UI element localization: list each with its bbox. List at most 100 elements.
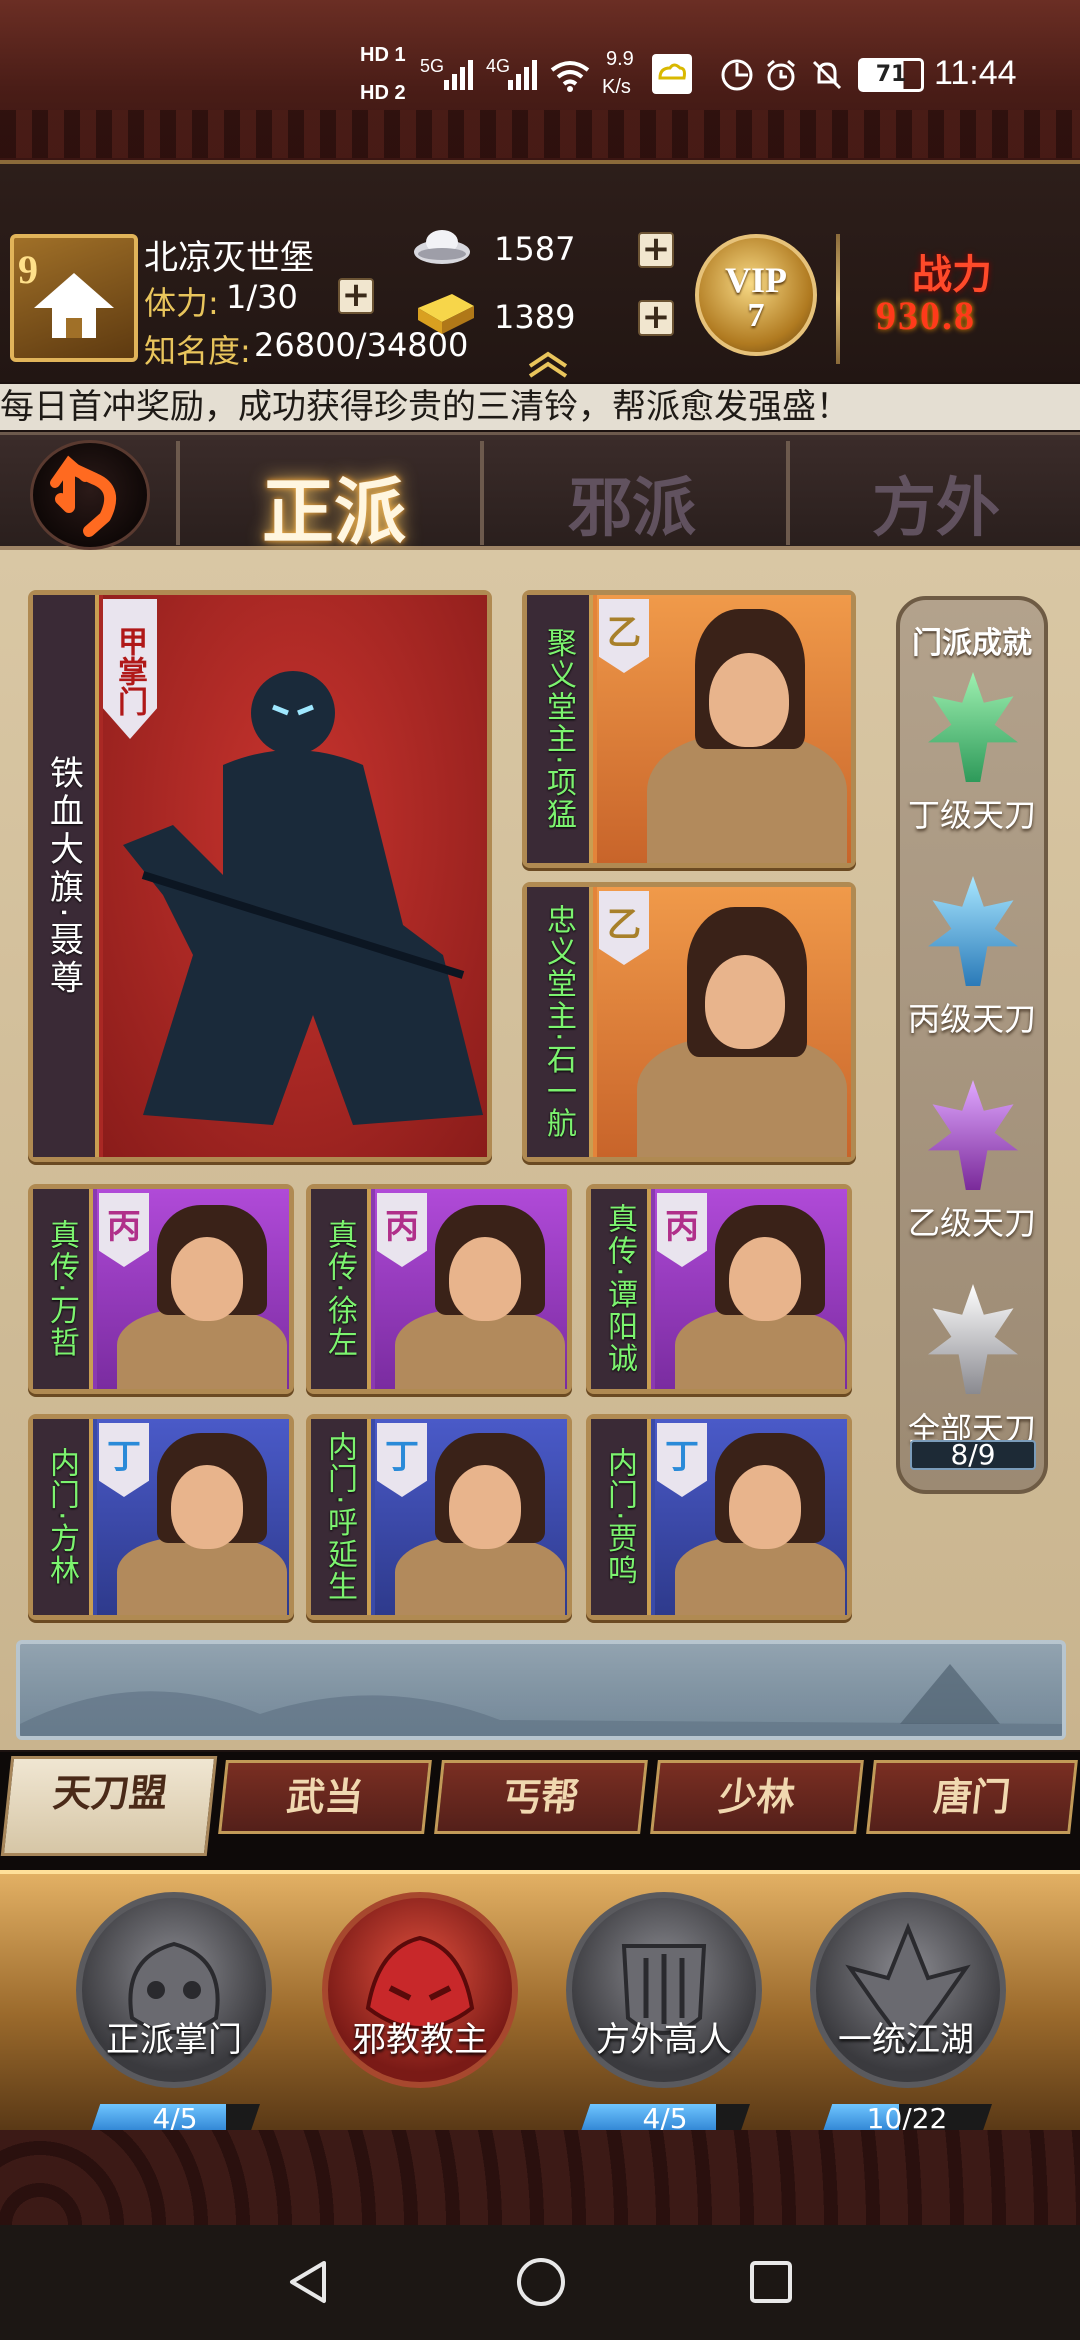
achievement-item-bing[interactable]: 丙级天刀 — [900, 994, 1044, 1040]
data-saver-icon — [720, 58, 754, 92]
disciple-card[interactable]: 真传·万哲 丙 — [28, 1184, 294, 1394]
portrait-body — [675, 1309, 845, 1389]
fame-label: 知名度: — [144, 332, 251, 370]
tab-outsider[interactable]: 方外 — [872, 457, 1000, 549]
disciple-card[interactable]: 内门·方林 丁 — [28, 1414, 294, 1620]
player-level: 9 — [18, 247, 38, 292]
silver-ingot-icon — [412, 224, 472, 268]
tab-tiandao[interactable]: 天刀盟 — [0, 1756, 218, 1856]
elder-name-bar: 聚义堂主·项猛 — [527, 595, 593, 863]
add-stamina-button[interactable]: + — [338, 278, 374, 314]
disciple-name-bar: 真传·万哲 — [33, 1189, 93, 1389]
portrait-body — [117, 1309, 287, 1389]
portrait-body — [647, 735, 847, 863]
expand-chevron-icon[interactable] — [524, 350, 572, 378]
title-medals-bar: 正派掌门 4/5 邪教教主 方外高人 4/5 一统江湖 10/22 — [0, 1870, 1080, 2134]
roof-decoration — [0, 110, 1080, 158]
tab-divider — [786, 441, 790, 545]
server-name: 北凉灭世堡 — [144, 238, 314, 278]
game-screen: HD 1 HD 2 5G 4G 9.9 K/s 71 11:44 9 北凉灭世堡… — [0, 0, 1080, 2340]
add-gold-button[interactable]: + — [638, 300, 674, 336]
nav-home-icon[interactable] — [514, 2255, 568, 2309]
portrait-face — [729, 1237, 801, 1321]
scenery-banner — [16, 1640, 1066, 1740]
sect-tabs: 天刀盟 武当 丐帮 少林 唐门 — [0, 1752, 1080, 1870]
nav-back-icon[interactable] — [284, 2257, 334, 2307]
disciple-card[interactable]: 内门·呼延生 丁 — [306, 1414, 572, 1620]
signal-icon — [442, 58, 478, 92]
blade-blue-icon[interactable] — [928, 876, 1018, 986]
portrait-face — [171, 1465, 243, 1549]
medal-name: 方外高人 — [596, 2020, 732, 2060]
tab-evil[interactable]: 邪派 — [568, 457, 696, 549]
vip-label: VIP — [725, 260, 787, 300]
silver-amount: 1587 — [494, 230, 576, 268]
combat-power-value: 930.8 — [876, 293, 976, 338]
tab-wudang[interactable]: 武当 — [218, 1760, 432, 1834]
disciple-name-bar: 真传·谭阳诚 — [591, 1189, 651, 1389]
achievement-item-ding[interactable]: 丁级天刀 — [900, 790, 1044, 836]
shadow-figure-silhouette — [123, 671, 483, 1125]
tab-righteous[interactable]: 正派 — [262, 453, 406, 558]
achievement-progress: 8/9 — [910, 1440, 1036, 1470]
portrait-face — [449, 1465, 521, 1549]
header-divider — [836, 234, 840, 364]
system-nav-bar — [0, 2225, 1080, 2340]
disciple-name: 内门·贾鸣 — [602, 1447, 637, 1587]
disciple-card[interactable]: 真传·谭阳诚 丙 — [586, 1184, 852, 1394]
leader-portrait — [103, 595, 487, 1157]
app-notification-icon — [652, 54, 692, 94]
wifi-icon — [548, 58, 592, 92]
tab-tangmen[interactable]: 唐门 — [866, 1760, 1078, 1834]
portrait-face — [449, 1237, 521, 1321]
add-silver-button[interactable]: + — [638, 232, 674, 268]
player-header: 9 北凉灭世堡 体力: 1/30 + 知名度: 26800/34800 1587… — [0, 160, 1080, 382]
battery-icon: 71 — [858, 58, 924, 92]
network-5g-label: 5G — [420, 56, 445, 76]
mountain-scenery — [20, 1664, 1062, 1736]
signal-icon-2 — [506, 58, 542, 92]
blade-green-icon[interactable] — [928, 672, 1018, 782]
elder-name-bar: 忠义堂主·石一航 — [527, 887, 593, 1157]
net-speed-value: 9.9 — [606, 48, 634, 70]
tab-divider — [480, 441, 484, 545]
portrait-body — [395, 1309, 565, 1389]
blade-purple-icon[interactable] — [928, 1080, 1018, 1190]
portrait-face — [709, 653, 789, 747]
medal-name: 邪教教主 — [352, 2020, 488, 2060]
nav-recent-icon[interactable] — [746, 2257, 796, 2307]
disciple-name-bar: 真传·徐左 — [311, 1189, 371, 1389]
elder-name: 忠义堂主·石一航 — [541, 904, 576, 1140]
medal-name: 正派掌门 — [106, 2020, 242, 2060]
disciple-name: 真传·万哲 — [44, 1219, 79, 1359]
net-speed-unit: K/s — [602, 76, 631, 98]
blade-silver-icon[interactable] — [928, 1284, 1018, 1394]
hd2-label: HD 2 — [360, 82, 406, 104]
achievement-item-yi[interactable]: 乙级天刀 — [900, 1198, 1044, 1244]
leader-name-bar: 铁血大旗·聂尊 — [33, 595, 99, 1157]
tab-gaibang[interactable]: 丐帮 — [434, 1760, 648, 1834]
disciple-name-bar: 内门·贾鸣 — [591, 1419, 651, 1615]
portrait-face — [705, 955, 785, 1049]
tab-divider — [176, 441, 180, 545]
elder-card-2[interactable]: 忠义堂主·石一航 乙 — [522, 882, 856, 1162]
disciple-name: 内门·呼延生 — [322, 1431, 357, 1603]
disciple-card[interactable]: 内门·贾鸣 丁 — [586, 1414, 852, 1620]
footer-decoration — [0, 2130, 1080, 2225]
stamina-label: 体力: — [144, 284, 219, 322]
leader-card[interactable]: 铁血大旗·聂尊 甲掌门 — [28, 590, 492, 1162]
back-button[interactable] — [30, 440, 150, 550]
gold-ingot-icon — [412, 288, 478, 338]
mute-icon — [810, 58, 844, 92]
disciple-name-bar: 内门·方林 — [33, 1419, 93, 1615]
announcement-marquee: 每日首冲奖励，成功获得珍贵的三清铃，帮派愈发强盛！ — [0, 384, 1080, 430]
tab-shaolin[interactable]: 少林 — [650, 1760, 864, 1834]
elder-card-1[interactable]: 聚义堂主·项猛 乙 — [522, 590, 856, 868]
alarm-icon — [764, 58, 798, 92]
vip-badge[interactable]: VIP 7 — [695, 234, 817, 356]
elder-name: 聚义堂主·项猛 — [541, 627, 576, 831]
clock-time: 11:44 — [934, 54, 1017, 92]
disciple-card[interactable]: 真传·徐左 丙 — [306, 1184, 572, 1394]
disciple-name: 内门·方林 — [44, 1447, 79, 1587]
battery-level: 71 — [875, 62, 907, 87]
